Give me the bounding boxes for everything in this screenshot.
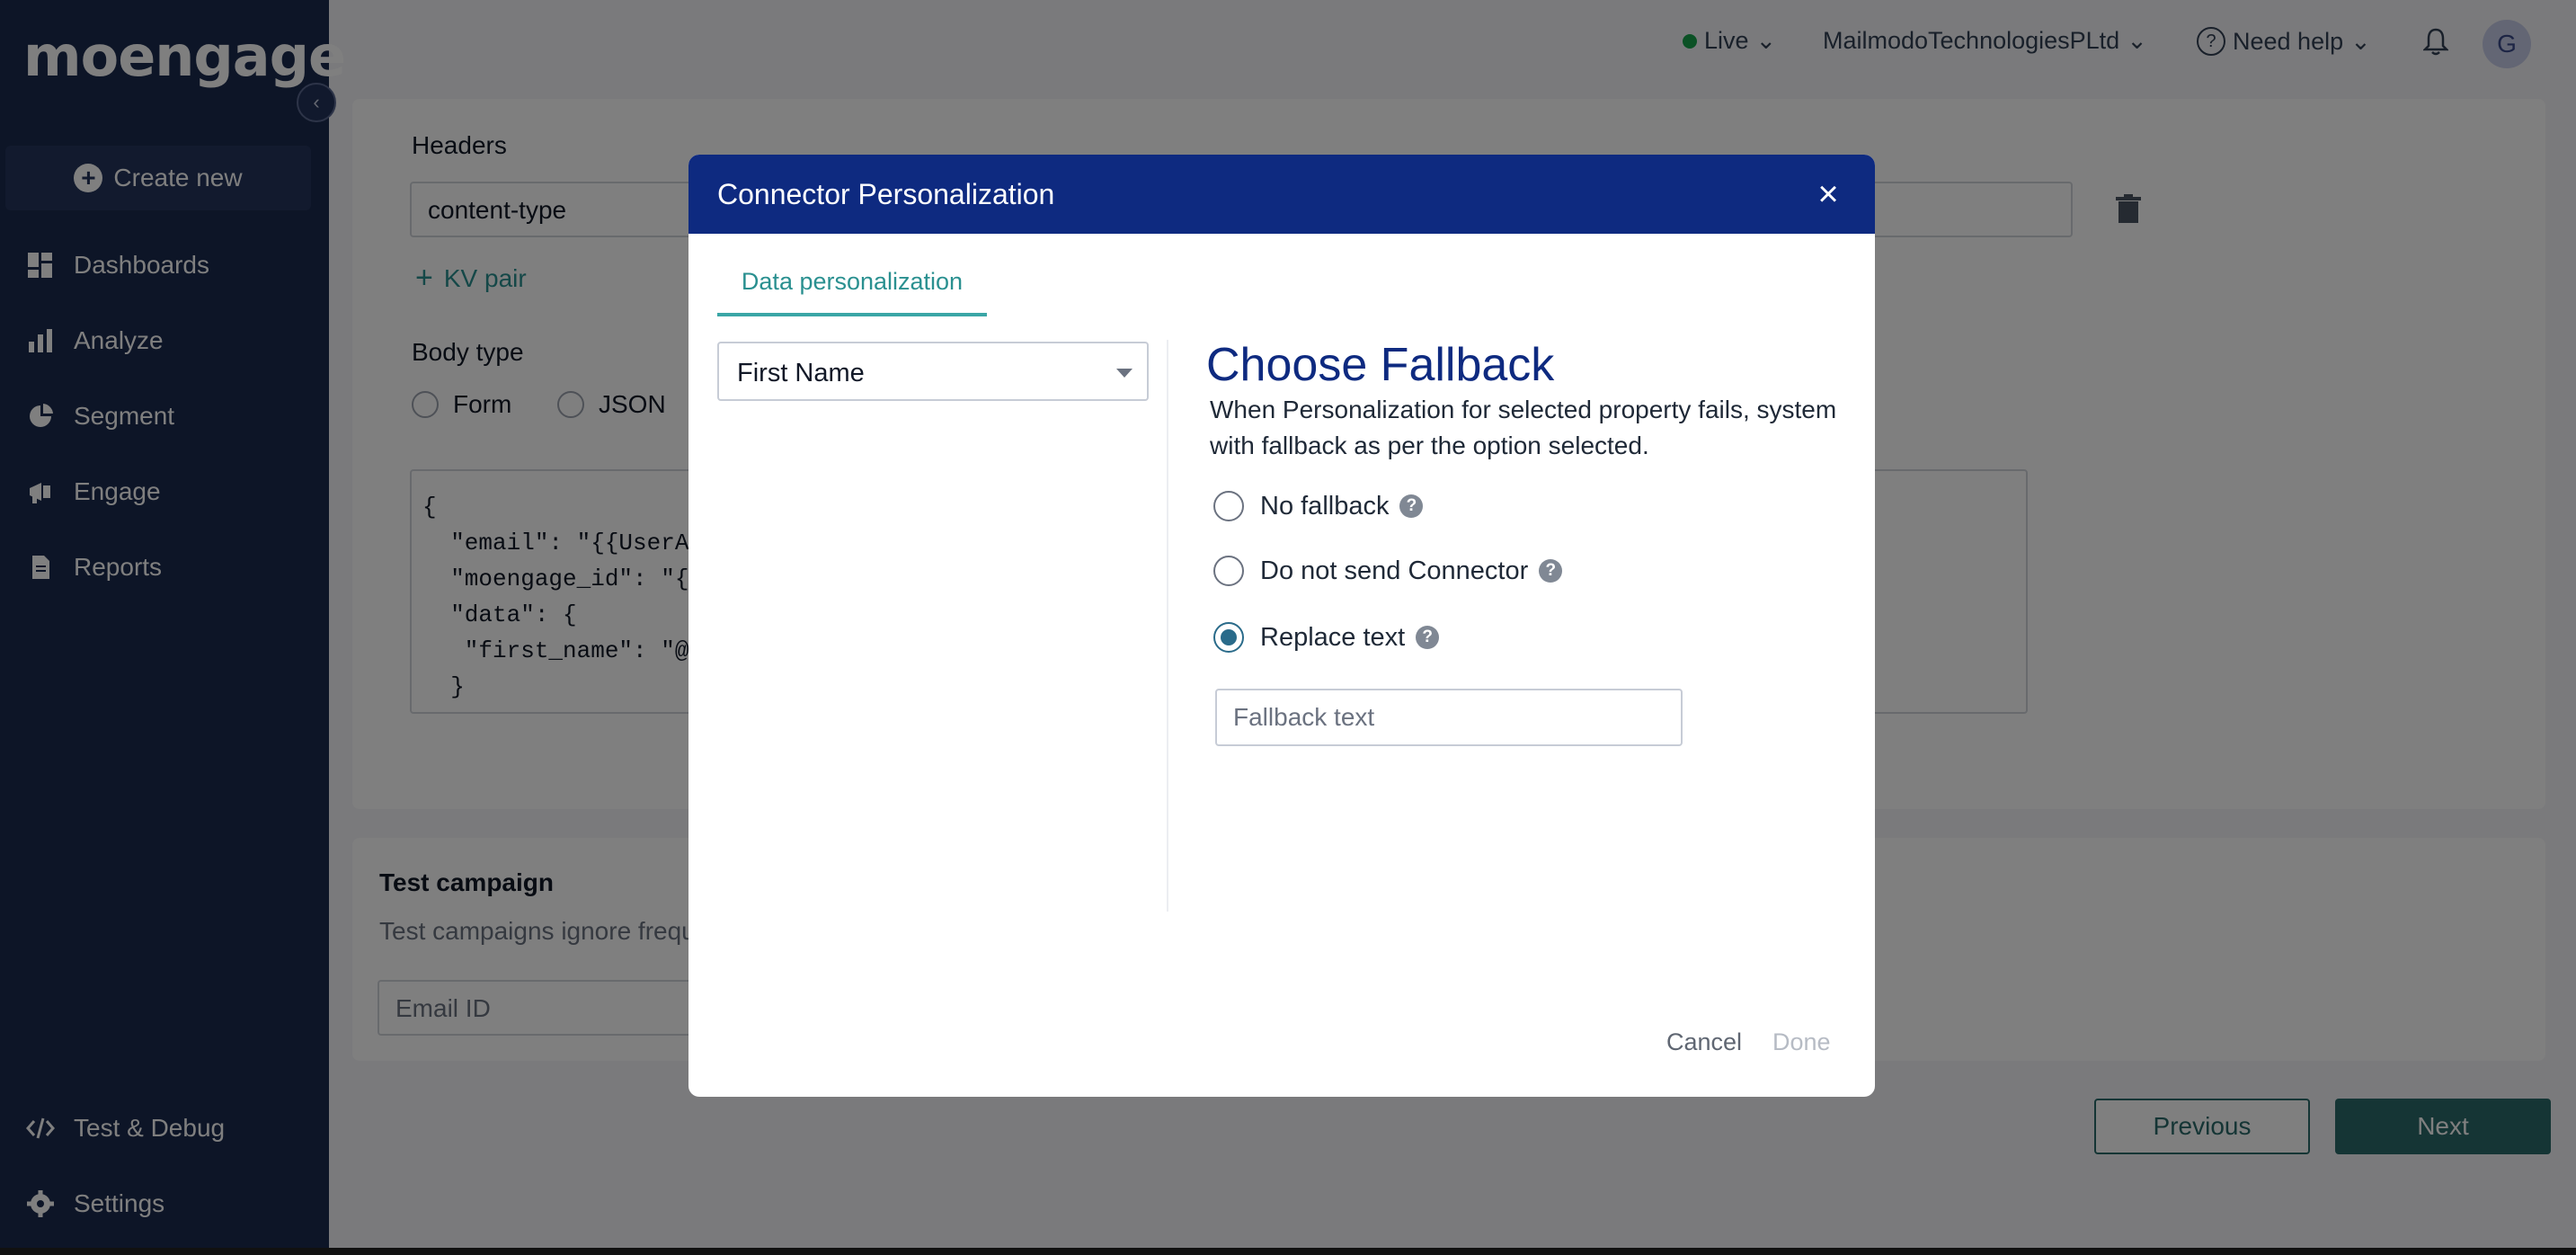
tab-data-personalization[interactable]: Data personalization <box>717 268 987 316</box>
radio-button[interactable] <box>1213 556 1244 586</box>
screen-bottom-edge <box>0 1248 2576 1255</box>
attribute-select[interactable]: First Name <box>717 342 1149 401</box>
option-label: Do not send Connector <box>1260 556 1529 585</box>
caret-down-icon <box>1116 369 1133 378</box>
close-icon[interactable]: × <box>1808 174 1848 214</box>
modal-title: Connector Personalization <box>717 177 1055 210</box>
selected-attribute-value: First Name <box>737 359 865 387</box>
tab-label: Data personalization <box>741 268 964 295</box>
modal-header: Connector Personalization × <box>688 155 1875 234</box>
option-label: No fallback <box>1260 491 1390 521</box>
vertical-divider <box>1167 340 1168 912</box>
help-icon[interactable]: ? <box>1539 559 1563 583</box>
help-icon[interactable]: ? <box>1399 494 1424 518</box>
no-fallback-option[interactable]: No fallback ? <box>1213 491 1424 521</box>
replace-text-option[interactable]: Replace text ? <box>1213 622 1440 653</box>
fallback-description: When Personalization for selected proper… <box>1210 396 1837 459</box>
radio-button[interactable] <box>1213 491 1244 521</box>
do-not-send-connector-option[interactable]: Do not send Connector ? <box>1213 556 1563 586</box>
fallback-title: Choose Fallback <box>1206 339 1555 391</box>
done-button[interactable]: Done <box>1772 1028 1831 1056</box>
radio-button-selected[interactable] <box>1213 622 1244 653</box>
fallback-text-input[interactable] <box>1215 689 1683 746</box>
help-icon[interactable]: ? <box>1416 626 1440 649</box>
connector-personalization-modal: Connector Personalization × Data persona… <box>688 155 1875 1097</box>
option-label: Replace text <box>1260 622 1406 652</box>
cancel-button[interactable]: Cancel <box>1666 1028 1742 1056</box>
